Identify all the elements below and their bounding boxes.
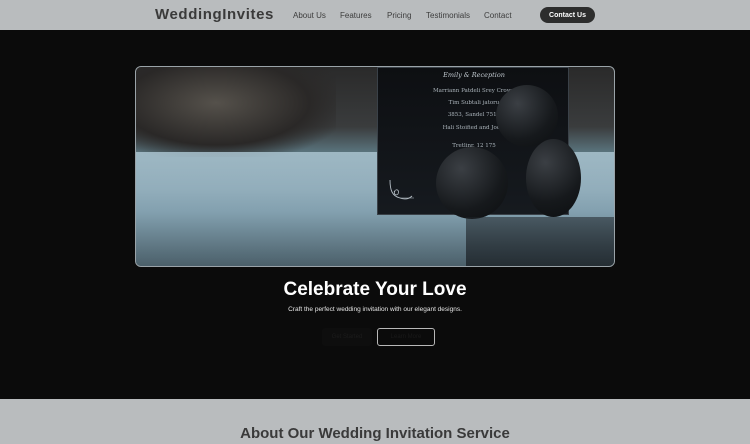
hero-image: Emily & Reception Marriann Patdeli Srey … xyxy=(135,66,615,267)
nav-pricing[interactable]: Pricing xyxy=(387,11,411,20)
nav-contact[interactable]: Contact xyxy=(484,11,512,20)
ornament-ball xyxy=(526,139,581,217)
hero-section: Emily & Reception Marriann Patdeli Srey … xyxy=(0,30,750,399)
ornament-ball xyxy=(436,147,508,219)
ornament-ball xyxy=(496,85,558,147)
nav-testimonials[interactable]: Testimonials xyxy=(426,11,470,20)
nav-features[interactable]: Features xyxy=(340,11,372,20)
about-title: About Our Wedding Invitation Service xyxy=(240,425,510,442)
nav-about-us[interactable]: About Us xyxy=(293,11,326,20)
site-header: WeddingInvites About Us Features Pricing… xyxy=(0,0,750,30)
brand-logo[interactable]: WeddingInvites xyxy=(155,6,274,23)
contact-us-button[interactable]: Contact Us xyxy=(540,7,595,23)
flourish-icon xyxy=(389,179,414,200)
background-blur xyxy=(136,67,336,157)
shadow xyxy=(466,217,614,266)
learn-more-button[interactable]: Learn More xyxy=(377,328,435,346)
about-section: About Our Wedding Invitation Service xyxy=(0,399,750,444)
hero-subtitle: Craft the perfect wedding invitation wit… xyxy=(288,306,462,313)
card-text-line: Emily & Reception xyxy=(443,71,505,79)
get-started-button[interactable]: Get Started xyxy=(322,328,372,346)
hero-title: Celebrate Your Love xyxy=(283,279,467,300)
